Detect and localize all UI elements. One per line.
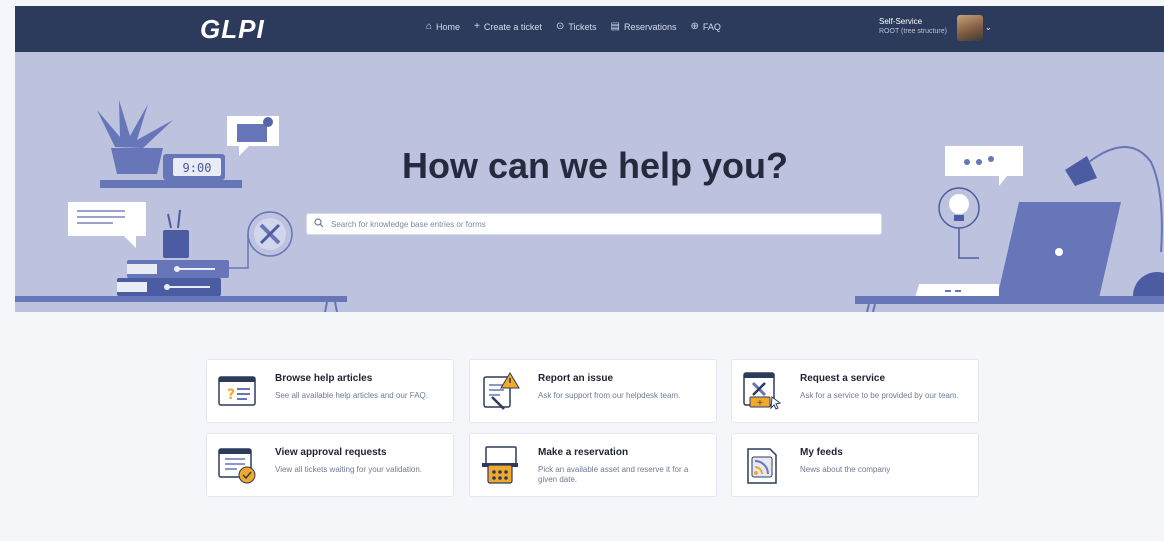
user-profile: Self-Service (879, 17, 923, 26)
hero-banner: 9:00 How can we help you? Search for kno… (15, 52, 1164, 312)
user-menu[interactable]: Self-Service ROOT (tree structure) (879, 17, 947, 37)
nav-home[interactable]: ⌂ Home (426, 21, 461, 33)
tile-description: Ask for a service to be provided by our … (800, 391, 959, 400)
chevron-down-icon[interactable]: ⌄ (985, 23, 992, 32)
tile-description: Ask for support from our helpdesk team. (538, 391, 681, 400)
tile-report-issue[interactable]: Report an issue Ask for support from our… (469, 359, 717, 423)
clock-icon: 9:00 (163, 154, 225, 180)
tile-title: My feeds (800, 447, 843, 458)
tile-title: Report an issue (538, 373, 614, 384)
nav-faq-label: FAQ (702, 22, 721, 32)
svg-text:+: + (757, 398, 764, 407)
glpi-logo[interactable]: GLPI (200, 14, 265, 45)
calendar-icon: ▤ (610, 21, 620, 32)
tools-icon (218, 211, 293, 269)
search-icon (314, 218, 324, 228)
chat-dots-icon (945, 146, 1023, 186)
tile-my-feeds[interactable]: My feeds News about the company (731, 433, 979, 497)
left-desk-illustration: 9:00 (15, 100, 347, 312)
reservation-icon (482, 446, 518, 484)
books-icon (117, 260, 229, 296)
tile-title: Request a service (800, 373, 886, 384)
laptop-icon (915, 202, 1121, 298)
tile-description: News about the company (800, 465, 891, 474)
report-issue-icon (483, 372, 520, 410)
tile-request-service[interactable]: + Request a service Ask for a service to… (731, 359, 979, 423)
tile-description: Pick an available asset and reserve it f… (538, 465, 689, 484)
search-box[interactable] (306, 213, 882, 235)
main-nav: ⌂ Home + Create a ticket ⊙ Tickets ▤ Res… (426, 21, 721, 33)
nav-tickets[interactable]: ⊙ Tickets (555, 21, 597, 33)
hero-title: How can we help you? (401, 145, 789, 186)
tile-browse-help-articles[interactable]: ? Browse help articles See all available… (206, 359, 454, 423)
pen-cup-icon (163, 209, 189, 258)
tile-title: Browse help articles (275, 373, 373, 384)
lightbulb-icon (938, 187, 980, 259)
lifebuoy-icon: ⊕ (690, 21, 699, 32)
feeds-icon (747, 448, 777, 484)
right-desk-illustration (855, 146, 1164, 312)
request-service-icon: + (743, 372, 782, 410)
avatar[interactable] (957, 15, 983, 41)
user-entity: ROOT (tree structure) (879, 28, 947, 35)
alert-circle-icon: ⊙ (555, 21, 565, 32)
clock-time: 9:00 (183, 161, 212, 175)
approval-icon (218, 448, 256, 484)
page: GLPI ⌂ Home + Create a ticket ⊙ Tickets … (0, 0, 1164, 541)
tile-title: View approval requests (275, 447, 387, 458)
svg-text:?: ? (227, 387, 235, 403)
tile-description: See all available help articles and our … (275, 391, 428, 400)
nav-reservations[interactable]: ▤ Reservations (610, 21, 677, 33)
nav-home-label: Home (436, 22, 461, 32)
nav-faq[interactable]: ⊕ FAQ (690, 21, 721, 33)
home-icon: ⌂ (426, 21, 433, 32)
tile-view-approval-requests[interactable]: View approval requests View all tickets … (206, 433, 454, 497)
tile-description: View all tickets waiting for your valida… (275, 465, 423, 474)
search-input[interactable] (331, 215, 871, 233)
nav-create-ticket-label: Create a ticket (483, 22, 542, 32)
top-navbar: GLPI ⌂ Home + Create a ticket ⊙ Tickets … (15, 6, 1164, 52)
nav-reservations-label: Reservations (623, 22, 677, 32)
nav-create-ticket[interactable]: + Create a ticket (474, 21, 542, 33)
nav-tickets-label: Tickets (568, 22, 597, 32)
tile-title: Make a reservation (538, 447, 629, 458)
tile-make-reservation[interactable]: Make a reservation Pick an available ass… (469, 433, 717, 497)
chat-bubble-icon (68, 202, 146, 248)
help-articles-icon: ? (218, 376, 256, 406)
plus-icon: + (474, 21, 480, 32)
